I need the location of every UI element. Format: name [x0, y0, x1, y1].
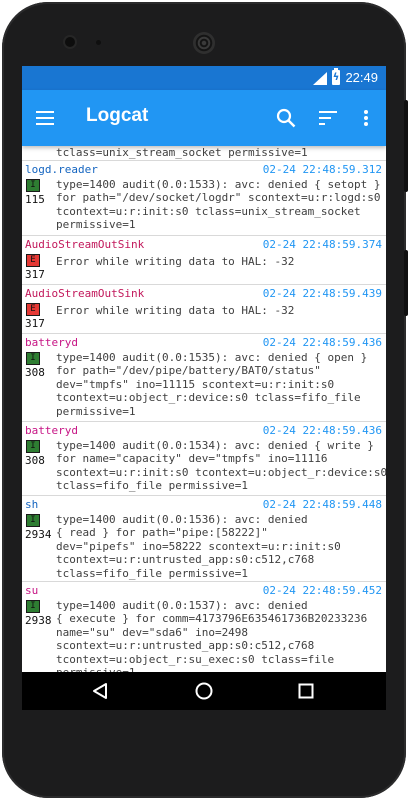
log-level-badge: I: [26, 440, 40, 453]
log-timestamp: 02-24 22:48:59.452: [262, 584, 382, 597]
log-message: type=1400 audit(0.0:1535): avc: denied {…: [56, 351, 368, 418]
log-tag: AudioStreamOutSink: [25, 238, 145, 251]
log-timestamp: 02-24 22:48:59.436: [262, 336, 382, 349]
log-message: scontext=u:r:logd:s0 tcontext=u:r:init:s…: [56, 146, 308, 160]
log-message: Error while writing data to HAL: -32: [56, 255, 295, 268]
back-triangle-icon[interactable]: [85, 676, 115, 706]
log-tag: sh: [25, 498, 39, 511]
log-pid: 115: [25, 193, 45, 206]
log-timestamp: 02-24 22:48:59.436: [262, 424, 382, 437]
log-level-badge: I: [26, 600, 40, 613]
logcat-list[interactable]: scontext=u:r:logd:s0 tcontext=u:r:init:s…: [22, 146, 386, 672]
home-circle-icon[interactable]: [189, 676, 219, 706]
app-bar: Logcat: [22, 90, 386, 146]
log-entry[interactable]: AudioStreamOutSink 02-24 22:48:59.374 E …: [22, 236, 386, 285]
log-entry[interactable]: sh 02-24 22:48:59.448 I 2934 type=1400 a…: [22, 496, 386, 582]
power-button: [404, 250, 408, 316]
screen: ϟ 22:49 Logcat scontext=u:r:logd:s0 tcon…: [22, 66, 386, 672]
log-tag: batteryd: [25, 424, 78, 437]
volume-button: [404, 100, 408, 192]
log-entry[interactable]: su 02-24 22:48:59.452 I 2938 type=1400 a…: [22, 582, 386, 672]
log-pid: 308: [25, 366, 45, 379]
app-title: Logcat: [86, 105, 149, 126]
log-timestamp: 02-24 22:48:59.439: [262, 287, 382, 300]
log-level-badge: I: [26, 514, 40, 527]
log-level-badge: E: [26, 254, 40, 267]
status-time: 22:49: [345, 70, 378, 85]
log-message: type=1400 audit(0.0:1533): avc: denied {…: [56, 178, 381, 232]
proximity-sensor: [96, 40, 101, 45]
phone-frame: ϟ 22:49 Logcat scontext=u:r:logd:s0 tcon…: [0, 0, 408, 800]
log-pid: 317: [25, 268, 45, 281]
log-timestamp: 02-24 22:48:59.374: [262, 238, 382, 251]
log-pid: 308: [25, 454, 45, 467]
status-bar: ϟ 22:49: [22, 66, 386, 90]
log-message: type=1400 audit(0.0:1536): avc: denied {…: [56, 513, 341, 580]
charging-bolt-icon: ϟ: [332, 72, 340, 83]
log-level-badge: I: [26, 352, 40, 365]
search-icon[interactable]: [266, 98, 306, 138]
front-camera: [65, 37, 75, 47]
log-timestamp: 02-24 22:48:59.312: [262, 163, 382, 176]
log-entry-partial[interactable]: scontext=u:r:logd:s0 tcontext=u:r:init:s…: [22, 146, 386, 161]
navigation-bar: [22, 672, 386, 710]
log-tag: batteryd: [25, 336, 78, 349]
log-message: type=1400 audit(0.0:1537): avc: denied {…: [56, 599, 368, 672]
log-message: Error while writing data to HAL: -32: [56, 304, 295, 317]
more-vert-icon[interactable]: [346, 98, 386, 138]
recents-square-icon[interactable]: [291, 676, 321, 706]
log-pid: 2934: [25, 528, 52, 541]
log-level-badge: E: [26, 303, 40, 316]
filter-sort-icon[interactable]: [309, 98, 349, 138]
log-entry[interactable]: batteryd 02-24 22:48:59.436 I 308 type=1…: [22, 422, 386, 496]
log-tag: logd.reader: [25, 163, 98, 176]
log-message: type=1400 audit(0.0:1534): avc: denied {…: [56, 439, 386, 493]
signal-icon: [313, 72, 327, 85]
log-pid: 317: [25, 317, 45, 330]
log-timestamp: 02-24 22:48:59.448: [262, 498, 382, 511]
hamburger-menu-icon[interactable]: [26, 98, 66, 138]
speaker-grille: [193, 32, 215, 54]
log-level-badge: I: [26, 179, 40, 192]
log-pid: 2938: [25, 614, 52, 627]
log-entry[interactable]: AudioStreamOutSink 02-24 22:48:59.439 E …: [22, 285, 386, 334]
log-entry[interactable]: logd.reader 02-24 22:48:59.312 I 115 typ…: [22, 161, 386, 236]
log-tag: AudioStreamOutSink: [25, 287, 145, 300]
log-tag: su: [25, 584, 39, 597]
log-entry[interactable]: batteryd 02-24 22:48:59.436 I 308 type=1…: [22, 334, 386, 422]
